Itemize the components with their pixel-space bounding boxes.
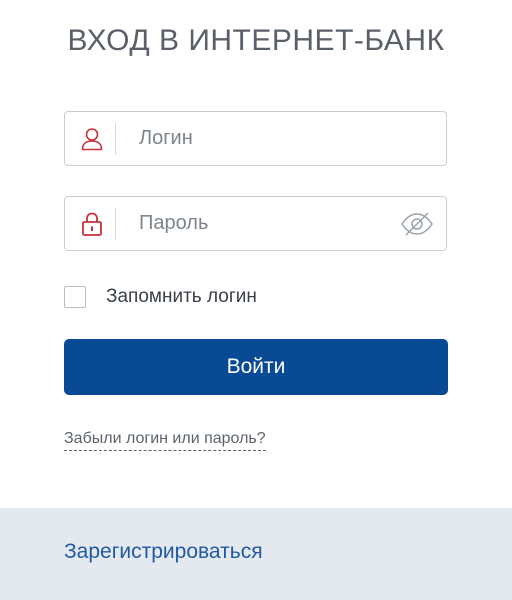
field-divider bbox=[115, 208, 116, 240]
login-input[interactable] bbox=[139, 120, 389, 157]
login-page: ВХОД В ИНТЕРНЕТ-БАНК Запомнить логин Вой… bbox=[0, 0, 512, 600]
page-title: ВХОД В ИНТЕРНЕТ-БАНК bbox=[67, 24, 445, 57]
login-button[interactable]: Войти bbox=[64, 339, 448, 395]
user-icon bbox=[81, 128, 103, 151]
password-input[interactable] bbox=[139, 205, 389, 242]
remember-label: Запомнить логин bbox=[106, 286, 257, 307]
register-link[interactable]: Зарегистрироваться bbox=[64, 540, 263, 564]
remember-checkbox[interactable] bbox=[64, 286, 86, 308]
password-field-container[interactable] bbox=[64, 196, 447, 251]
lock-icon bbox=[82, 212, 102, 236]
register-footer: Зарегистрироваться bbox=[0, 508, 512, 600]
forgot-password-link[interactable]: Забыли логин или пароль? bbox=[64, 430, 266, 451]
remember-login[interactable]: Запомнить логин bbox=[64, 285, 257, 309]
field-divider bbox=[115, 123, 116, 155]
login-field-container[interactable] bbox=[64, 111, 447, 166]
eye-crossed-icon[interactable] bbox=[400, 210, 434, 238]
